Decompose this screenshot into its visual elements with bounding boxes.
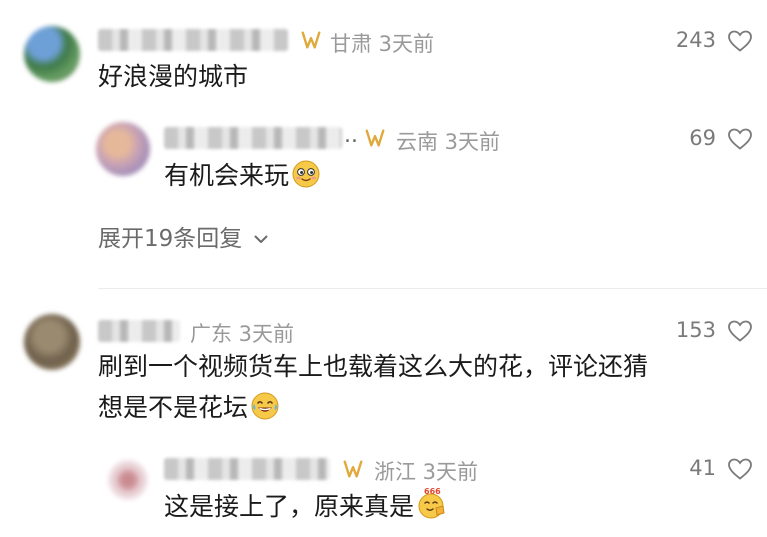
heart-icon[interactable] [727, 127, 753, 151]
username-ellipsis: .. [344, 123, 358, 148]
avatar[interactable] [24, 314, 80, 370]
comment-text-line-2-content: 想是不是花坛 [98, 393, 249, 422]
heart-icon[interactable] [727, 319, 753, 343]
comment-divider [98, 288, 767, 289]
gold-badge-icon [365, 129, 385, 147]
region-time: 甘肃 3天前 [330, 32, 435, 56]
heart-icon[interactable] [727, 29, 753, 53]
comment-text-line-2: 想是不是花坛 [98, 387, 280, 429]
expand-replies-label: 展开19条回复 [98, 226, 243, 252]
gold-badge-icon [301, 31, 321, 49]
like-count: 243 [675, 28, 716, 52]
region-time: 云南 3天前 [396, 130, 501, 154]
reply-avatar[interactable] [108, 460, 148, 500]
reply-username[interactable] [164, 458, 330, 480]
username[interactable] [98, 320, 180, 342]
avatar[interactable] [24, 26, 80, 82]
chevron-down-icon [254, 235, 268, 243]
laugh-cry-emoji-icon [251, 392, 279, 420]
like-count: 41 [689, 456, 716, 480]
reply-avatar[interactable] [96, 122, 150, 176]
gold-badge-icon [343, 460, 363, 478]
reply-text-content: 这是接上了，原来真是 [164, 492, 415, 521]
heart-icon[interactable] [727, 457, 753, 481]
like-count: 69 [689, 126, 716, 150]
reply-text: 有机会来玩 [164, 155, 321, 197]
like-count: 153 [675, 318, 716, 342]
reply-text: 这是接上了，原来真是 666 [164, 486, 448, 528]
username[interactable] [98, 29, 288, 51]
region-time: 浙江 3天前 [374, 460, 479, 484]
region-time: 广东 3天前 [190, 322, 295, 346]
reply-text-content: 有机会来玩 [164, 161, 290, 190]
expand-replies-button[interactable]: 展开19条回复 [98, 219, 268, 253]
reply-username[interactable] [164, 127, 342, 149]
comment-text: 好浪漫的城市 [98, 62, 249, 91]
smile-emoji-icon [292, 160, 320, 188]
666-thumbs-emoji-icon: 666 [418, 487, 445, 519]
comment-text-line-1: 刷到一个视频货车上也载着这么大的花，评论还猜 [98, 352, 649, 381]
